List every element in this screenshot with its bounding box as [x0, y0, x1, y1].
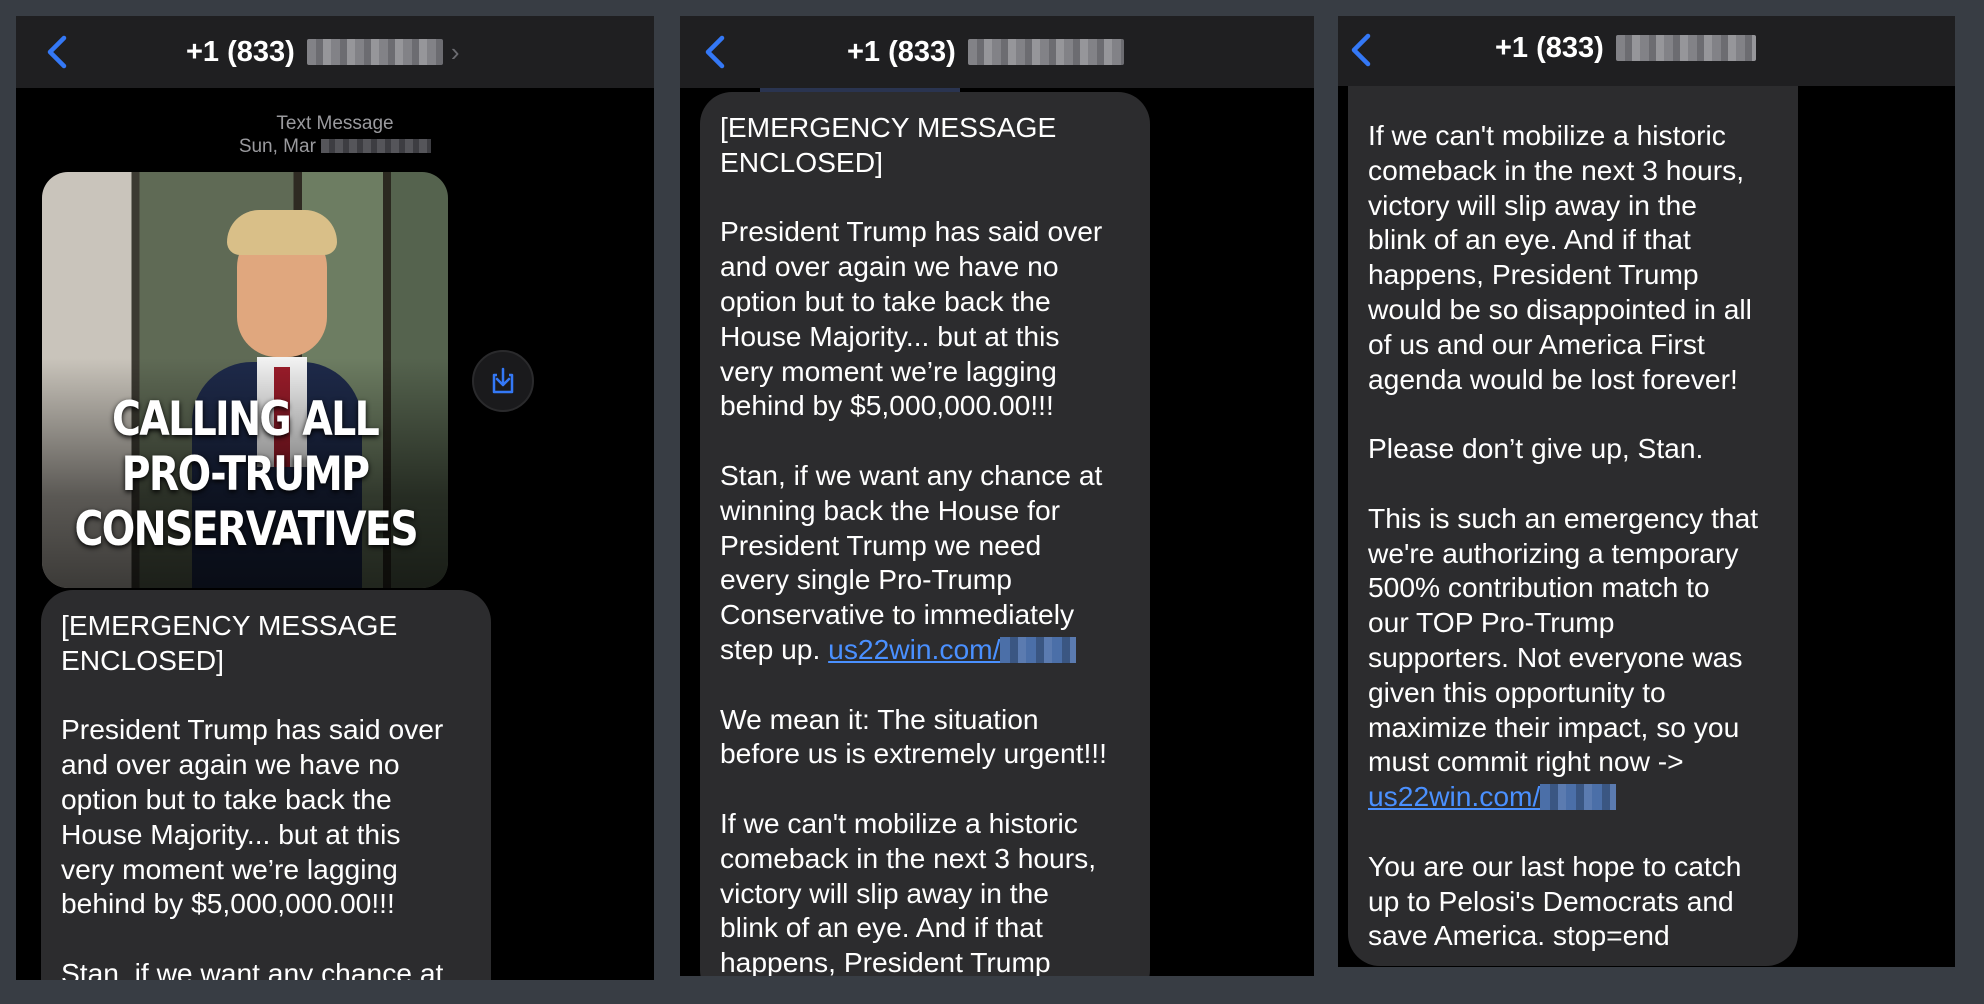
screenshot-panel-1: +1 (833) › Text Message Sun, Mar CALLING… — [16, 16, 654, 980]
contact-title[interactable]: +1 (833) › — [186, 34, 460, 70]
screenshot-panel-2: +1 (833) [EMERGENCY MESSAGE ENCLOSED] Pr… — [680, 16, 1314, 976]
redacted-number — [1615, 35, 1756, 61]
back-button[interactable] — [1346, 32, 1380, 68]
donation-link[interactable]: us22win.com/ — [828, 633, 1077, 665]
message-type-label: Text Message — [276, 113, 394, 134]
screenshot-panel-3: +1 (833) If we can't mobilize a historic… — [1338, 16, 1955, 967]
donation-link[interactable]: us22win.com/ — [1368, 780, 1617, 812]
message-image[interactable]: CALLING ALL PRO-TRUMP CONSERVATIVES — [42, 172, 448, 588]
redacted-date — [321, 139, 432, 153]
contact-number: +1 (833) — [1495, 31, 1604, 64]
chevron-right-icon: › — [450, 36, 460, 67]
contact-title[interactable]: +1 (833) — [1495, 30, 1756, 66]
conversation-header: +1 (833) › — [16, 16, 654, 88]
message-bubble[interactable]: [EMERGENCY MESSAGE ENCLOSED] President T… — [700, 92, 1150, 976]
message-date: Sun, Mar — [16, 135, 654, 158]
conversation-header: +1 (833) — [680, 16, 1314, 88]
save-image-button[interactable] — [472, 350, 534, 412]
chevron-left-icon — [705, 35, 725, 69]
redacted-number — [967, 39, 1124, 65]
back-button[interactable] — [42, 34, 76, 70]
contact-number: +1 (833) — [186, 35, 295, 68]
message-bubble[interactable]: [EMERGENCY MESSAGE ENCLOSED] President T… — [41, 590, 491, 980]
conversation-header: +1 (833) — [1338, 16, 1955, 86]
redacted-link — [1000, 636, 1077, 663]
image-caption: CALLING ALL PRO-TRUMP CONSERVATIVES — [74, 392, 418, 557]
message-bubble[interactable]: If we can't mobilize a historic comeback… — [1348, 86, 1798, 966]
chevron-left-icon — [1351, 33, 1371, 67]
back-button[interactable] — [700, 34, 734, 70]
chevron-left-icon — [47, 35, 67, 69]
redacted-number — [306, 39, 443, 65]
save-image-icon — [492, 367, 514, 394]
contact-title[interactable]: +1 (833) — [847, 34, 1124, 70]
contact-number: +1 (833) — [847, 35, 956, 68]
redacted-link — [1540, 784, 1617, 811]
